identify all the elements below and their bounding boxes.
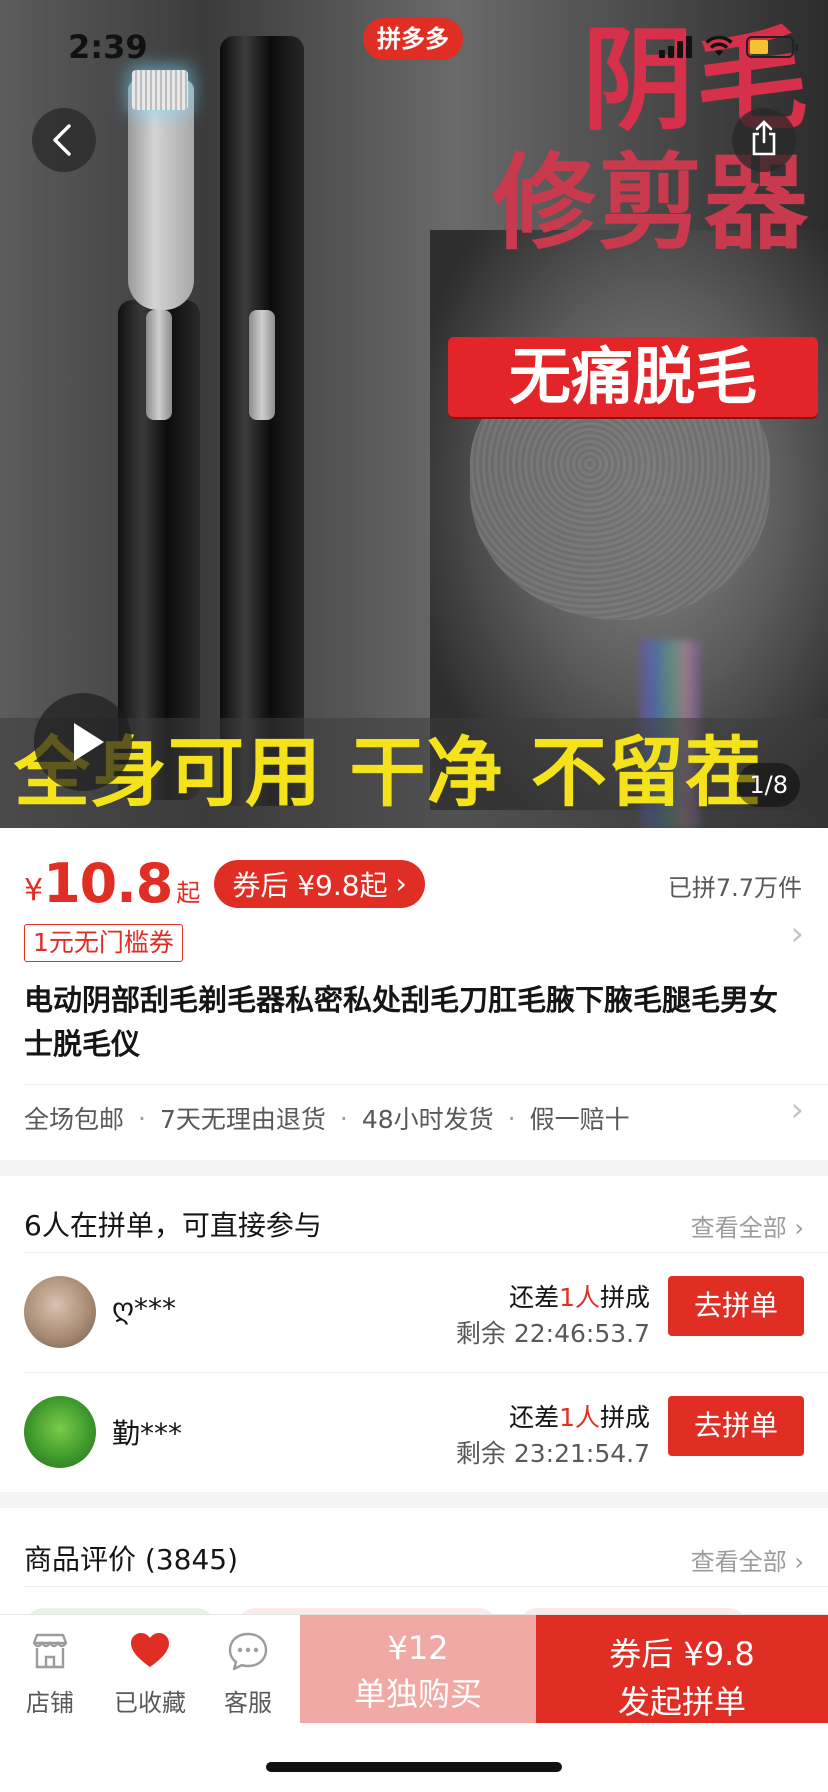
page-indicator: 1/8 xyxy=(737,763,800,807)
signal-icon xyxy=(659,36,692,58)
trimmer-head xyxy=(128,80,194,310)
heart-icon xyxy=(131,1633,169,1667)
need-suffix: 拼成 xyxy=(599,1403,650,1432)
coupon-price-pill[interactable]: 券后 ¥9.8起 › xyxy=(214,859,425,908)
avatar xyxy=(24,1396,96,1468)
separator-dot: · xyxy=(507,1103,516,1133)
reviews-title: 商品评价 (3845) xyxy=(24,1543,239,1576)
favorite-tab[interactable]: 已收藏 xyxy=(102,1629,198,1718)
buy-alone-button[interactable]: ¥12 单独购买 xyxy=(300,1615,536,1723)
join-group-button[interactable]: 去拼单 xyxy=(668,1396,804,1456)
product-info: ¥ 10.8 起 券后 ¥9.8起 › 已拼7.7万件 1元无门槛券 › 电动阴… xyxy=(0,828,828,1160)
see-all-label: 查看全部 xyxy=(690,1214,787,1242)
product-image-carousel[interactable]: 拼多多 阴毛 修剪器 无痛脱毛 全身可用 干净 不留茬 1/8 xyxy=(0,0,828,828)
product-title: 电动阴部刮毛剃毛器私密私处刮毛刀肛毛腋下腋毛腿毛男女士脱毛仪 xyxy=(24,983,779,1061)
share-icon xyxy=(752,120,776,156)
status-time: 2:39 xyxy=(68,28,148,66)
service-tab[interactable]: 客服 xyxy=(200,1629,296,1718)
avatar xyxy=(24,1276,96,1348)
coupon-price-label: 券后 ¥9.8起 xyxy=(232,868,388,902)
battery-icon xyxy=(746,36,798,58)
separator-dot: · xyxy=(138,1103,146,1133)
battery-level xyxy=(750,40,768,54)
need-prefix: 还差 xyxy=(509,1403,560,1432)
need-count-text: 还差1人拼成 xyxy=(509,1278,650,1314)
price-value: 10.8 xyxy=(43,852,173,915)
group-buy-price: 券后 ¥9.8 xyxy=(609,1635,755,1673)
group-row: ღ*** 还差1人拼成 剩余 22:46:53.7 去拼单 xyxy=(0,1252,828,1372)
chat-bubble-icon xyxy=(228,1632,268,1671)
chevron-right-icon: › xyxy=(794,1548,804,1576)
remaining-time: 剩余 23:21:54.7 xyxy=(455,1439,650,1468)
price-symbol: ¥ xyxy=(24,873,44,908)
trimmer-body-right xyxy=(220,36,304,806)
service-item: 7天无理由退货 xyxy=(159,1105,326,1134)
price-row: ¥ 10.8 起 券后 ¥9.8起 › xyxy=(24,852,425,915)
user-name: ღ*** xyxy=(112,1292,177,1325)
start-group-buy-button[interactable]: 券后 ¥9.8 发起拼单 xyxy=(536,1615,828,1723)
group-buy-title: 6人在拼单，可直接参与 xyxy=(24,1209,322,1242)
join-group-button[interactable]: 去拼单 xyxy=(668,1276,804,1336)
user-name: 勤*** xyxy=(112,1417,183,1450)
group-buy-section: 6人在拼单，可直接参与 查看全部 › ღ*** 还差1人拼成 剩余 22:46:… xyxy=(0,1176,828,1492)
need-prefix: 还差 xyxy=(509,1283,560,1312)
coupon-tag[interactable]: 1元无门槛券 xyxy=(24,924,183,962)
wifi-icon xyxy=(704,34,734,58)
need-suffix: 拼成 xyxy=(599,1283,650,1312)
play-icon[interactable] xyxy=(34,693,132,791)
home-indicator xyxy=(266,1762,562,1772)
chevron-right-icon: › xyxy=(395,867,407,900)
share-button[interactable] xyxy=(732,108,796,172)
price-suffix: 起 xyxy=(176,879,201,907)
coupon-chevron-right-icon[interactable]: › xyxy=(790,914,804,954)
remaining-time: 剩余 22:46:53.7 xyxy=(455,1319,650,1348)
trimmer-switch-left xyxy=(146,310,172,420)
see-all-label: 查看全部 xyxy=(690,1548,787,1576)
divider xyxy=(24,1084,828,1085)
status-icons xyxy=(659,34,798,58)
service-label: 客服 xyxy=(224,1689,272,1717)
favorite-label: 已收藏 xyxy=(114,1689,186,1717)
buy-alone-price: ¥12 xyxy=(387,1629,449,1667)
chevron-right-icon: › xyxy=(794,1214,804,1242)
back-button[interactable] xyxy=(32,108,96,172)
service-guarantees[interactable]: 全场包邮 · 7天无理由退货 · 48小时发货 · 假一赔十 xyxy=(24,1100,630,1136)
group-see-all-link[interactable]: 查看全部 › xyxy=(691,1208,804,1243)
hero-tag: 无痛脱毛 xyxy=(448,337,818,417)
service-item: 假一赔十 xyxy=(529,1105,630,1134)
store-label: 店铺 xyxy=(26,1689,74,1717)
trimmer-switch-right xyxy=(249,310,275,420)
divider xyxy=(24,1586,828,1587)
services-chevron-right-icon[interactable]: › xyxy=(790,1090,804,1130)
service-item: 48小时发货 xyxy=(361,1105,494,1134)
group-row: 勤*** 还差1人拼成 剩余 23:21:54.7 去拼单 xyxy=(0,1372,828,1492)
group-buy-label: 发起拼单 xyxy=(617,1683,746,1721)
chevron-left-icon xyxy=(53,124,71,156)
sold-count: 已拼7.7万件 xyxy=(667,874,802,902)
store-tab[interactable]: 店铺 xyxy=(2,1629,98,1718)
separator-dot: · xyxy=(339,1103,348,1133)
buy-alone-label: 单独购买 xyxy=(353,1675,482,1713)
service-item: 全场包邮 xyxy=(24,1105,125,1134)
need-count: 1人 xyxy=(559,1283,600,1312)
trimmer-blade xyxy=(132,70,188,110)
store-icon xyxy=(32,1633,68,1669)
need-count-text: 还差1人拼成 xyxy=(509,1398,650,1434)
reviews-see-all-link[interactable]: 查看全部 › xyxy=(691,1542,804,1577)
need-count: 1人 xyxy=(559,1403,600,1432)
